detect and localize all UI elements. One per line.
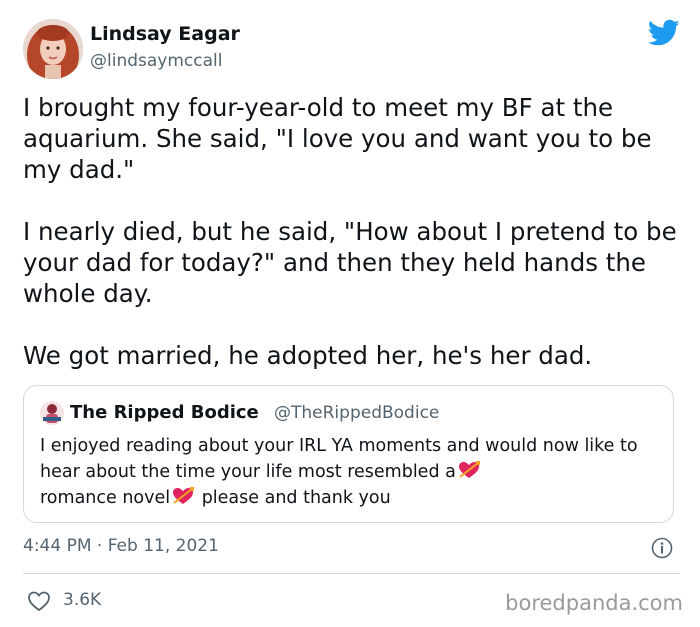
quoted-text: I enjoyed reading about your IRL YA mome…: [40, 433, 655, 511]
info-icon[interactable]: [651, 537, 673, 559]
quoted-text-part: please and thank you: [196, 488, 391, 508]
quoted-author-handle: @TheRippedBodice: [274, 403, 440, 423]
heart-outline-icon: [28, 591, 50, 612]
tweet-header: Lindsay Eagar @lindsaymccall: [23, 19, 680, 79]
like-count: 3.6K: [63, 590, 102, 610]
tweet-paragraph: I nearly died, but he said, "How about I…: [23, 217, 685, 308]
heart-with-arrow-emoji-icon: [458, 461, 480, 478]
divider: [23, 573, 680, 574]
quoted-text-part: romance novel: [40, 488, 171, 508]
heart-with-arrow-emoji-icon: [173, 487, 195, 504]
author-name[interactable]: Lindsay Eagar: [90, 23, 240, 45]
quoted-author-avatar: [40, 401, 64, 425]
quoted-tweet[interactable]: The Ripped Bodice @TheRippedBodice I enj…: [23, 385, 674, 523]
twitter-bird-icon[interactable]: [648, 19, 680, 47]
quoted-text-part: I enjoyed reading about your IRL YA mome…: [40, 436, 638, 482]
author-handle[interactable]: @lindsaymccall: [90, 51, 222, 71]
tweet-paragraph: We got married, he adopted her, he's her…: [23, 341, 593, 370]
author-avatar[interactable]: [23, 19, 83, 79]
quoted-author-name: The Ripped Bodice: [70, 402, 259, 423]
watermark: boredpanda.com: [505, 591, 683, 615]
tweet-paragraph: I brought my four-year-old to meet my BF…: [23, 93, 660, 184]
tweet-timestamp[interactable]: 4:44 PM · Feb 11, 2021: [23, 536, 219, 556]
tweet-text: I brought my four-year-old to meet my BF…: [23, 92, 683, 371]
